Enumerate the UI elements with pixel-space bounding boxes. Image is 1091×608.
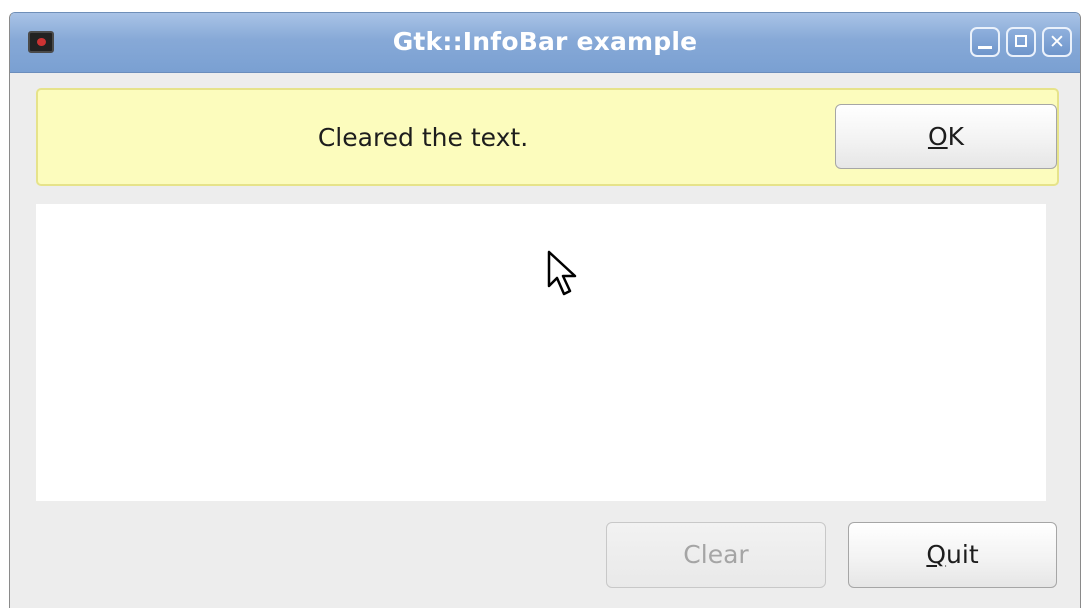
text-view[interactable] — [36, 204, 1046, 501]
maximize-button[interactable] — [1006, 27, 1036, 57]
minimize-button[interactable] — [970, 27, 1000, 57]
ok-button-mnemonic: O — [927, 122, 948, 151]
quit-button[interactable]: Quit — [848, 522, 1057, 588]
window-title: Gtk::InfoBar example — [392, 27, 698, 56]
mouse-pointer-icon — [547, 250, 577, 296]
close-icon: ✕ — [1049, 31, 1065, 53]
info-bar: Cleared the text. OK — [36, 88, 1059, 186]
ok-button-label: K — [947, 122, 965, 151]
minimize-icon — [978, 46, 992, 49]
quit-button-mnemonic: Q — [926, 540, 947, 569]
info-bar-message: Cleared the text. — [317, 123, 529, 152]
quit-button-label: uit — [946, 540, 979, 569]
maximize-icon — [1015, 35, 1027, 47]
clear-button[interactable]: Clear — [606, 522, 826, 588]
ok-button[interactable]: OK — [835, 104, 1057, 169]
app-window: Gtk::InfoBar example ✕ Cleared the text.… — [9, 12, 1081, 608]
window-controls: ✕ — [970, 27, 1072, 57]
close-button[interactable]: ✕ — [1042, 27, 1072, 57]
title-bar[interactable]: Gtk::InfoBar example ✕ — [10, 13, 1080, 73]
